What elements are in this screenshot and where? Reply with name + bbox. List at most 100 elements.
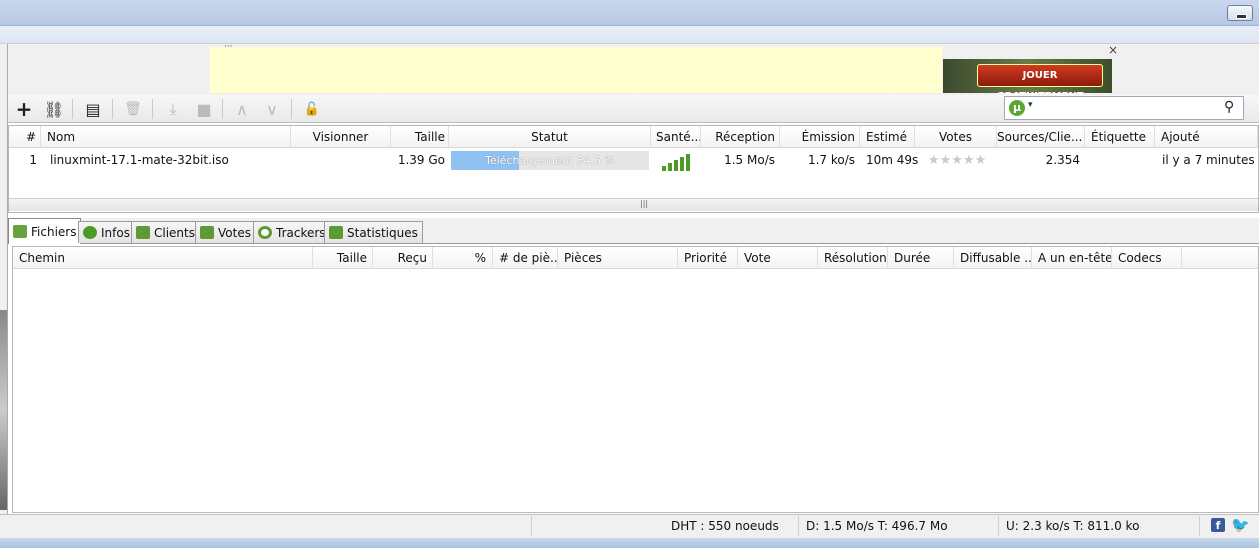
column-eta[interactable]: Estimé	[860, 126, 915, 148]
column-votes[interactable]: Votes	[915, 126, 997, 148]
move-down-icon[interactable]: ∨	[259, 97, 285, 121]
search-input[interactable]	[1004, 96, 1244, 120]
column-added[interactable]: Ajouté	[1155, 126, 1258, 148]
column-resolution[interactable]: Résolution	[818, 247, 888, 269]
stop-icon[interactable]: ■	[191, 97, 217, 121]
files-panel[interactable]	[12, 246, 1259, 513]
tab-files[interactable]: Fichiers	[8, 218, 82, 244]
toolbar-separator	[112, 99, 113, 119]
column-index[interactable]: #	[9, 126, 41, 148]
minimize-button[interactable]	[1227, 5, 1253, 21]
tab-clients[interactable]: Clients	[131, 221, 200, 243]
tab-label: Votes	[218, 225, 251, 240]
column-streamable[interactable]: Diffusable ...	[954, 247, 1032, 269]
window-titlebar	[0, 0, 1259, 26]
tab-statistics[interactable]: Statistiques	[324, 221, 423, 243]
tab-info[interactable]: Infos	[78, 221, 135, 243]
column-priority[interactable]: Priorité	[678, 247, 738, 269]
delete-icon[interactable]: 🗑	[120, 97, 146, 121]
status-separator	[531, 516, 532, 536]
left-edge-image	[0, 310, 7, 510]
add-torrent-icon[interactable]: +	[11, 97, 37, 121]
horizontal-scrollbar[interactable]	[9, 198, 1258, 211]
health-bar	[680, 157, 684, 171]
scrollbar-grip[interactable]: |||	[640, 199, 648, 208]
taskbar-edge	[0, 538, 1259, 548]
status-separator	[998, 516, 999, 536]
info-icon	[83, 226, 97, 239]
tab-trackers[interactable]: Trackers	[253, 221, 331, 243]
column-status[interactable]: Statut	[449, 126, 651, 148]
status-upload[interactable]: U: 2.3 ko/s T: 811.0 ko	[1006, 517, 1139, 535]
ad-placeholder[interactable]	[210, 47, 942, 93]
column-sources[interactable]: Sources/Clie...	[997, 126, 1085, 148]
column-duration[interactable]: Durée	[888, 247, 954, 269]
statistics-icon	[329, 226, 343, 239]
column-path[interactable]: Chemin	[13, 247, 313, 269]
column-piece-count[interactable]: # de piè...	[493, 247, 558, 269]
tab-votes[interactable]: Votes	[195, 221, 256, 243]
column-health[interactable]: Santé...	[651, 126, 701, 148]
torrent-sources[interactable]: 2.354	[997, 150, 1080, 170]
column-file-size[interactable]: Taille	[313, 247, 373, 269]
health-bar	[668, 163, 672, 171]
menu-bar	[0, 26, 1259, 44]
search-icon[interactable]: ⚲	[1224, 99, 1234, 115]
trackers-icon	[258, 226, 272, 239]
toolbar-separator	[291, 99, 292, 119]
torrent-size[interactable]: 1.39 Go	[391, 150, 445, 170]
column-percent[interactable]: %	[433, 247, 493, 269]
ad-close-icon[interactable]: ×	[1108, 43, 1118, 57]
column-watch[interactable]: Visionner	[291, 126, 391, 148]
torrent-index[interactable]: 1	[9, 150, 37, 170]
chevron-down-icon[interactable]: ▾	[1028, 100, 1033, 110]
health-bars-icon	[662, 153, 690, 171]
ad-dots: ···	[224, 42, 233, 52]
toolbar-separator	[72, 99, 73, 119]
vote-stars-icon[interactable]: ★★★★★	[928, 153, 986, 168]
column-received[interactable]: Reçu	[373, 247, 433, 269]
column-has-header[interactable]: A un en-tête	[1032, 247, 1112, 269]
unlock-icon[interactable]: 🔓	[299, 97, 325, 121]
toolbar-separator	[222, 99, 223, 119]
twitter-icon[interactable]: 🐦	[1231, 516, 1250, 534]
ad-play-button[interactable]: JOUER GRATUITEMENT	[977, 64, 1103, 102]
tab-label: Fichiers	[31, 224, 77, 239]
health-bar	[686, 154, 690, 171]
files-icon	[13, 225, 27, 238]
torrent-added[interactable]: il y a 7 minutes	[1162, 150, 1255, 170]
status-separator	[1199, 516, 1200, 536]
status-dht[interactable]: DHT : 550 noeuds	[671, 517, 779, 535]
tab-label: Trackers	[276, 225, 326, 240]
torrent-download-speed[interactable]: 1.5 Mo/s	[701, 150, 775, 170]
column-pieces[interactable]: Pièces	[558, 247, 678, 269]
column-name[interactable]: Nom	[41, 126, 291, 148]
column-label[interactable]: Étiquette	[1085, 126, 1155, 148]
torrent-progress-bar[interactable]: Téléchargement 34.5 %	[451, 151, 649, 170]
tab-label: Statistiques	[347, 225, 418, 240]
status-separator	[798, 516, 799, 536]
start-download-icon[interactable]: ⤓	[160, 97, 186, 121]
health-bar	[674, 160, 678, 171]
torrent-name[interactable]: linuxmint-17.1-mate-32bit.iso	[50, 150, 229, 170]
facebook-icon[interactable]: f	[1211, 518, 1225, 532]
status-download[interactable]: D: 1.5 Mo/s T: 496.7 Mo	[806, 517, 948, 535]
votes-icon	[200, 226, 214, 239]
move-up-icon[interactable]: ∧	[229, 97, 255, 121]
column-download[interactable]: Réception	[701, 126, 780, 148]
utorrent-logo-icon[interactable]: µ	[1009, 100, 1025, 116]
health-bar	[662, 166, 666, 171]
column-upload[interactable]: Émission	[780, 126, 860, 148]
torrent-status: Téléchargement 34.5 %	[485, 154, 615, 167]
column-codecs[interactable]: Codecs	[1112, 247, 1182, 269]
tab-label: Clients	[154, 225, 195, 240]
clients-icon	[136, 226, 150, 239]
tab-label: Infos	[101, 225, 130, 240]
column-vote[interactable]: Vote	[738, 247, 818, 269]
add-link-icon[interactable]: ⛓	[41, 97, 67, 121]
torrent-eta[interactable]: 10m 49s	[866, 150, 918, 170]
toolbar-separator	[152, 99, 153, 119]
column-size[interactable]: Taille	[391, 126, 449, 148]
torrent-upload-speed[interactable]: 1.7 ko/s	[780, 150, 855, 170]
create-torrent-icon[interactable]: ▤	[80, 97, 106, 121]
